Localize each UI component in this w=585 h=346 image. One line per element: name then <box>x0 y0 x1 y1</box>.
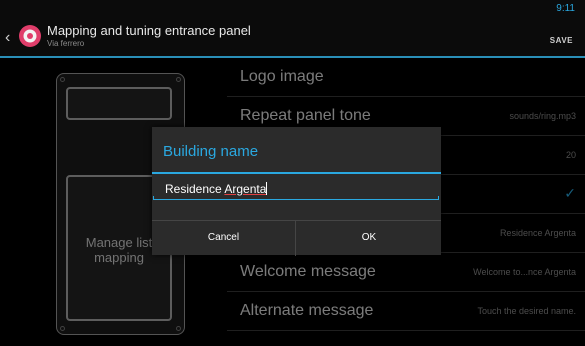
screen-subtitle: Via ferrero <box>47 39 85 48</box>
input-text-spellcheck: Argenta <box>224 182 267 196</box>
input-text: Residence <box>165 182 225 196</box>
text-cursor <box>266 182 268 195</box>
building-name-input[interactable]: Residence Argenta <box>153 179 440 201</box>
input-underline <box>153 196 439 200</box>
status-clock: 9:11 <box>556 3 575 14</box>
dialog-title: Building name <box>163 143 259 160</box>
app-settings-icon[interactable] <box>18 24 42 48</box>
screen-title: Mapping and tuning entrance panel <box>47 23 251 38</box>
dialog-button-bar: Cancel OK <box>152 220 441 256</box>
ok-button[interactable]: OK <box>297 221 441 256</box>
action-bar: ‹ Mapping and tuning entrance panel Via … <box>0 0 585 58</box>
chevron-left-icon[interactable]: ‹ <box>5 30 17 46</box>
cancel-button[interactable]: Cancel <box>152 221 296 256</box>
dialog-title-divider <box>152 172 441 174</box>
save-button[interactable]: SAVE <box>550 36 573 45</box>
building-name-dialog: Building name Residence Argenta Cancel O… <box>152 127 441 256</box>
